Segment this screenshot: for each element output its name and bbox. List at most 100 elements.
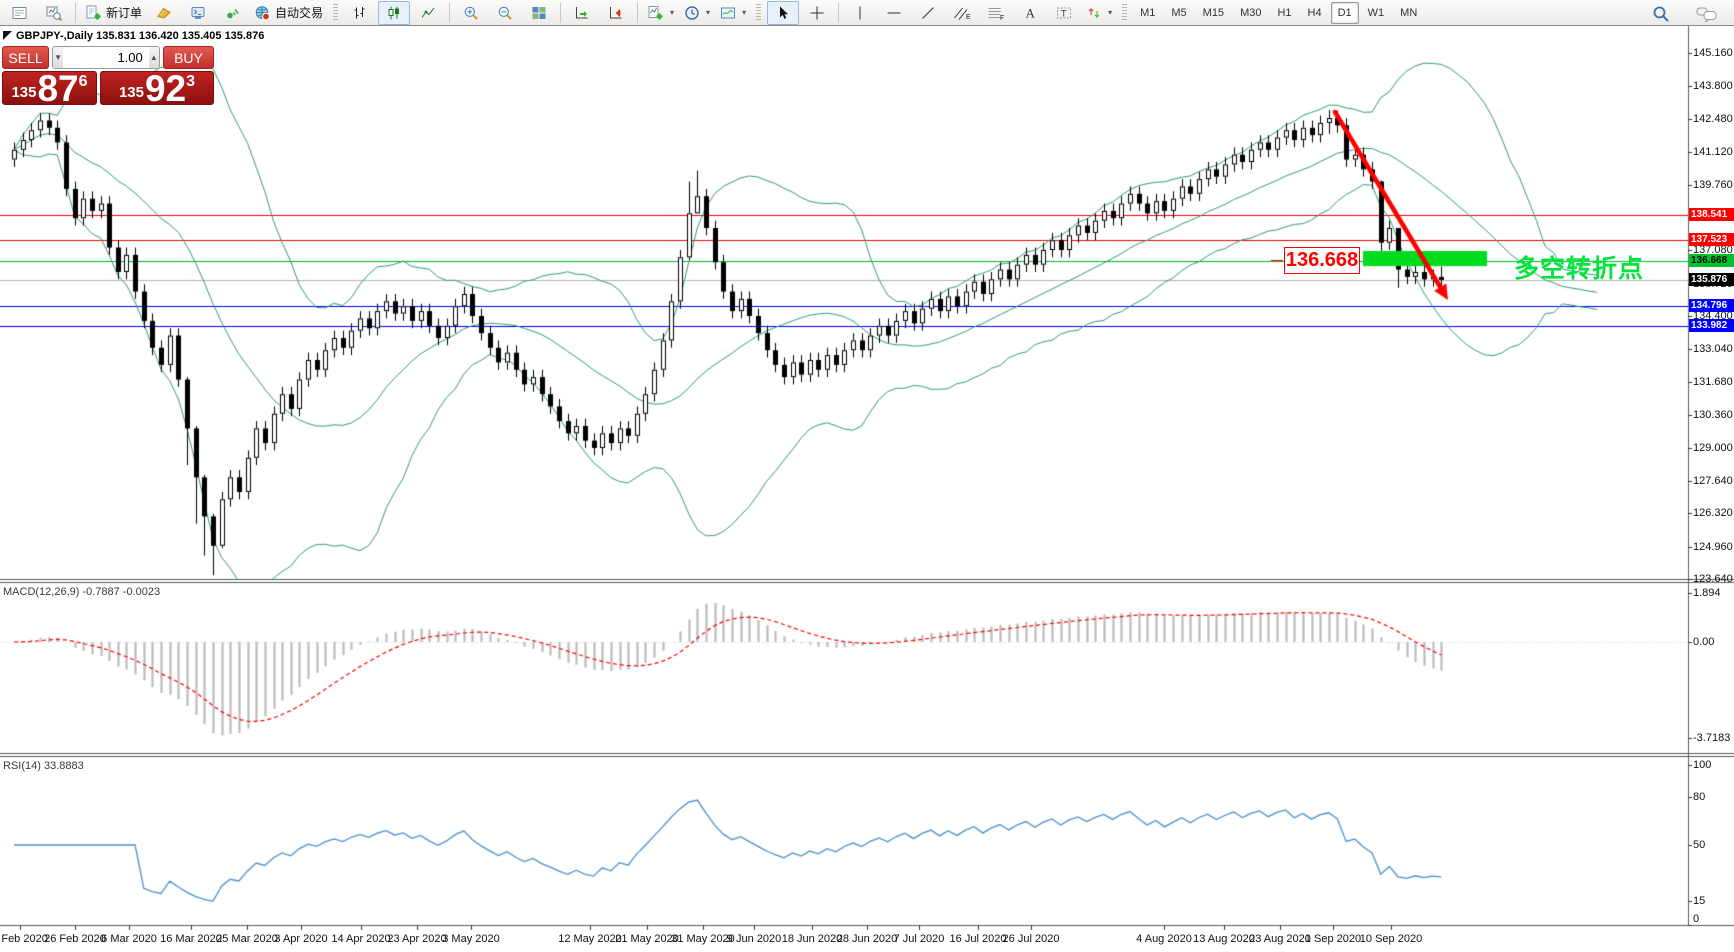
price-tag: 135.876 bbox=[1689, 272, 1734, 286]
text-button[interactable]: A bbox=[1014, 1, 1046, 25]
text-icon: A bbox=[1026, 5, 1036, 20]
timeframe-h4-button[interactable]: H4 bbox=[1301, 2, 1329, 24]
toolbar-separator bbox=[75, 2, 76, 23]
date-label: 28 Jun 2020 bbox=[836, 933, 898, 945]
one-click-trading-panel: SELL ▼ ▲ BUY 135 87 6 135 92 3 bbox=[2, 46, 214, 107]
macd-axis-label: 1.894 bbox=[1693, 586, 1721, 599]
candlestick-icon bbox=[388, 6, 400, 19]
rsi-axis-label: 15 bbox=[1693, 895, 1706, 907]
macd-axis-label: -3.7183 bbox=[1693, 732, 1731, 745]
date-label: 16 Jul 2020 bbox=[949, 933, 1007, 945]
signals-icon bbox=[227, 8, 239, 18]
signals-button[interactable] bbox=[216, 1, 248, 25]
rsi-axis-label: 0 bbox=[1693, 913, 1700, 925]
price-axis-label: 129.000 bbox=[1693, 441, 1733, 454]
indicators-icon bbox=[648, 5, 663, 19]
trendline-button[interactable] bbox=[912, 1, 944, 25]
templates-button[interactable]: ▾ bbox=[716, 1, 750, 25]
new-order-label: 新订单 bbox=[106, 6, 143, 20]
channel-icon: E bbox=[954, 7, 971, 21]
cursor-button[interactable] bbox=[767, 0, 800, 25]
date-label: 18 Jun 2020 bbox=[781, 933, 843, 945]
arrows-button[interactable]: ▾ bbox=[1082, 1, 1116, 25]
zoom-out-icon bbox=[498, 6, 512, 20]
periods-icon bbox=[685, 5, 699, 20]
hline-button[interactable] bbox=[878, 1, 910, 25]
dropdown-caret-icon: ▾ bbox=[670, 8, 675, 17]
timeframe-d1-button[interactable]: D1 bbox=[1330, 1, 1359, 24]
timeframe-m15-button[interactable]: M15 bbox=[1196, 2, 1231, 24]
periods-button[interactable]: ▾ bbox=[680, 1, 714, 25]
buy-price-figure: 135 bbox=[118, 84, 144, 101]
metaeditor-button[interactable] bbox=[182, 1, 214, 25]
turning-point-note[interactable]: 多空转折点 bbox=[1514, 249, 1644, 285]
timeframe-mn-button[interactable]: MN bbox=[1393, 2, 1424, 24]
macd-axis-label: 0.00 bbox=[1693, 636, 1715, 648]
date-label: 13 Aug 2020 bbox=[1193, 933, 1255, 945]
toolbar-grip bbox=[333, 3, 339, 22]
volume-decrease-button[interactable]: ▼ bbox=[53, 47, 64, 68]
price-axis-label: 127.640 bbox=[1693, 475, 1733, 488]
buy-button[interactable]: BUY bbox=[163, 46, 214, 69]
timeframe-m30-button[interactable]: M30 bbox=[1233, 2, 1268, 24]
metaeditor-icon bbox=[191, 6, 205, 19]
svg-text:F: F bbox=[1000, 15, 1004, 21]
line-chart-icon bbox=[421, 7, 435, 18]
toolbar-grip bbox=[756, 3, 762, 22]
autotrading-button[interactable]: 自动交易 bbox=[250, 1, 327, 25]
chart-canvas[interactable] bbox=[0, 0, 1734, 952]
price-tag: 136.668 bbox=[1689, 253, 1734, 267]
level-price-label[interactable]: 136.668 bbox=[1284, 247, 1360, 274]
vline-button[interactable] bbox=[844, 1, 876, 25]
label-button[interactable]: T bbox=[1048, 1, 1080, 25]
tile-windows-button[interactable] bbox=[523, 1, 555, 25]
svg-text:E: E bbox=[966, 14, 971, 21]
zoom-out-button[interactable] bbox=[489, 1, 521, 25]
crosshair-button[interactable] bbox=[801, 1, 833, 25]
chart-shift-button[interactable] bbox=[600, 1, 632, 25]
date-label: 9 Jun 2020 bbox=[726, 933, 782, 945]
autotrading-icon bbox=[255, 5, 270, 20]
buy-price[interactable]: 135 92 3 bbox=[100, 70, 214, 107]
date-label: 10 Sep 2020 bbox=[1359, 933, 1423, 945]
timeframe-m1-button[interactable]: M1 bbox=[1133, 2, 1162, 24]
volume-input[interactable] bbox=[63, 47, 149, 68]
volume-increase-button[interactable]: ▲ bbox=[148, 47, 159, 68]
date-label: 16 Mar 2020 bbox=[160, 933, 222, 945]
search-icon[interactable] bbox=[1645, 2, 1677, 26]
volume-stepper: ▼ ▲ bbox=[52, 46, 160, 69]
channel-button[interactable]: E bbox=[946, 1, 978, 25]
timeframe-m5-button[interactable]: M5 bbox=[1164, 2, 1193, 24]
sell-button[interactable]: SELL bbox=[2, 46, 49, 69]
rsi-axis-label: 80 bbox=[1693, 791, 1706, 803]
sell-price-point: 6 bbox=[78, 73, 88, 90]
toolbar-separator bbox=[838, 2, 840, 23]
new-order-button[interactable]: 新订单 bbox=[81, 1, 146, 25]
market-book-button[interactable] bbox=[148, 1, 180, 25]
zoom-in-button[interactable] bbox=[455, 1, 487, 25]
arrows-icon bbox=[1088, 7, 1100, 18]
indicators-button[interactable]: ▾ bbox=[643, 1, 678, 25]
profile-button[interactable] bbox=[38, 1, 70, 25]
timeframe-w1-button[interactable]: W1 bbox=[1361, 2, 1392, 24]
line-chart-button[interactable] bbox=[412, 1, 444, 25]
timeframe-h1-button[interactable]: H1 bbox=[1270, 2, 1298, 24]
fibonacci-button[interactable]: F bbox=[980, 1, 1012, 25]
auto-scroll-button[interactable] bbox=[566, 1, 598, 25]
date-label: 7 Feb 2020 bbox=[0, 933, 48, 945]
price-axis-label: 145.160 bbox=[1693, 47, 1733, 59]
bar-chart-button[interactable] bbox=[344, 1, 376, 25]
chart-shift-icon bbox=[610, 6, 622, 18]
price-axis-label: 131.680 bbox=[1693, 376, 1733, 389]
chart-list-button[interactable] bbox=[4, 1, 36, 25]
toolbar-separator bbox=[560, 2, 562, 23]
price-axis-label: 123.640 bbox=[1693, 573, 1733, 585]
date-label: 25 Mar 2020 bbox=[216, 933, 278, 945]
chat-icon[interactable] bbox=[1691, 2, 1723, 26]
tile-windows-icon bbox=[532, 6, 546, 19]
one-click-toggle-icon[interactable] bbox=[3, 31, 12, 40]
toolbar-right-group bbox=[1644, 2, 1724, 26]
sell-price[interactable]: 135 87 6 bbox=[2, 70, 97, 107]
candlestick-button[interactable] bbox=[378, 0, 411, 25]
price-tag: 134.796 bbox=[1689, 299, 1734, 313]
